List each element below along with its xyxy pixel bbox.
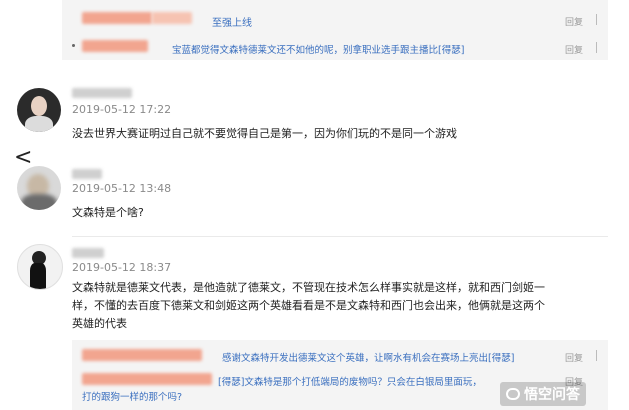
reply-button[interactable]: 回复: [565, 15, 583, 28]
reply-text: [得瑟]文森特是那个打低端局的废物吗？只会在白银局里面玩，: [218, 377, 482, 388]
blurred-username: [72, 248, 104, 258]
comment-date: 2019-05-12 13:48: [72, 182, 172, 195]
reply-text: 至强上线: [212, 18, 252, 29]
reply-text: 感谢文森特开发出德莱文这个英雄，让啊水有机会在赛场上亮出[得瑟]: [222, 353, 515, 364]
blurred-username: [82, 373, 212, 385]
bullet-icon: [72, 44, 75, 47]
separator: [596, 42, 597, 53]
blurred-username: [82, 40, 148, 52]
blurred-username: [152, 12, 192, 24]
avatar[interactable]: [17, 166, 61, 210]
reply-button[interactable]: 回复: [565, 43, 583, 56]
blurred-username: [82, 349, 202, 361]
separator: [596, 350, 597, 361]
back-chevron-icon[interactable]: <: [14, 147, 32, 169]
comment-text: 文森特就是德莱文代表，是他造就了德莱文，不管现在技术怎么样事实就是这样，就和西门…: [72, 281, 545, 294]
comment-text: 英雄的代表: [72, 317, 127, 330]
comment-text: 样，不懂的去百度下德莱文和剑姬这两个英雄看看是不是文森特和西门也会出来，他俩就是…: [72, 299, 545, 312]
comment-date: 2019-05-12 17:22: [72, 103, 172, 116]
comment-text: 文森特是个啥?: [72, 206, 144, 219]
blurred-username: [72, 169, 102, 179]
reply-text: 宝蓝都觉得文森特德莱文还不如他的呢，别拿职业选手跟主播比[得瑟]: [172, 45, 465, 56]
blurred-username: [72, 88, 132, 98]
avatar[interactable]: [17, 88, 61, 132]
avatar[interactable]: [17, 244, 63, 290]
separator: [596, 14, 597, 25]
blurred-username: [82, 12, 152, 24]
divider: [72, 236, 608, 237]
chat-bubble-icon: [506, 388, 520, 400]
reply-text: 打的跟狗一样的那个吗?: [82, 392, 183, 403]
reply-button[interactable]: 回复: [565, 351, 583, 364]
watermark: 悟空问答: [500, 382, 586, 406]
comment-date: 2019-05-12 18:37: [72, 261, 172, 274]
watermark-text: 悟空问答: [524, 387, 580, 403]
comment-text: 没去世界大赛证明过自己就不要觉得自己是第一，因为你们玩的不是同一个游戏: [72, 127, 457, 140]
